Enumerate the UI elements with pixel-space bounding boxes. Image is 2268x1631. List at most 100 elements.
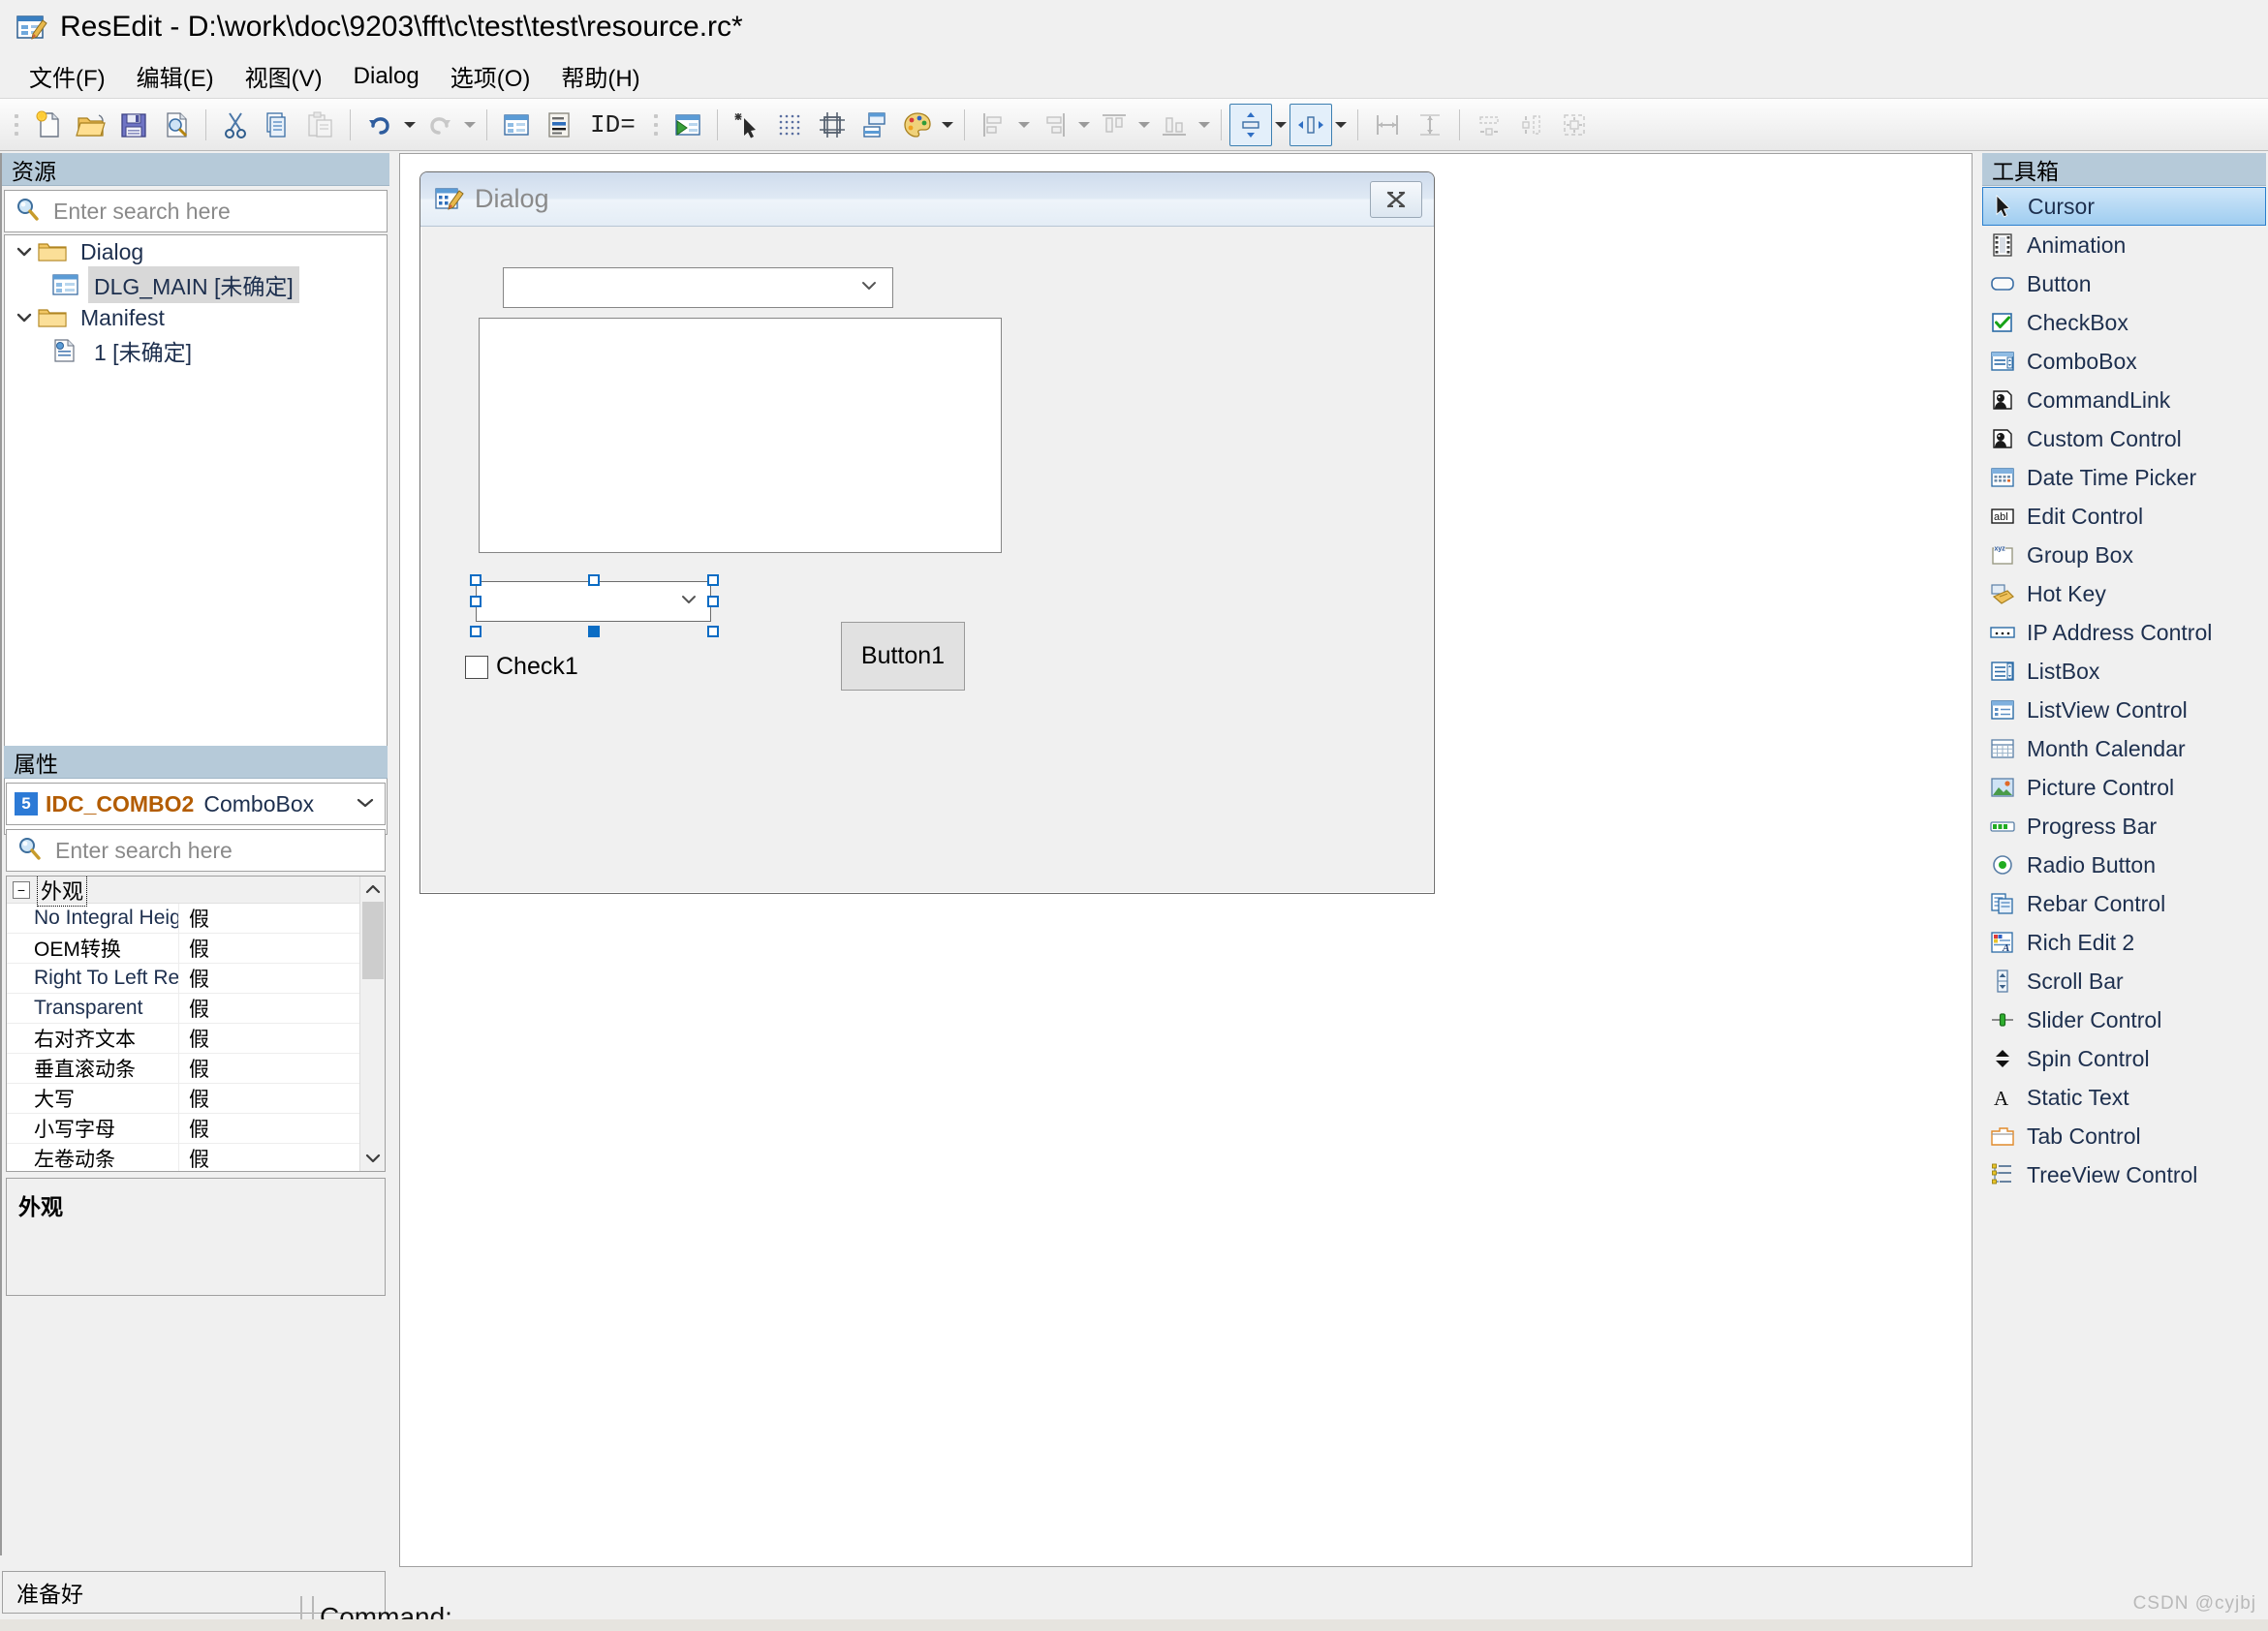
grid-icon[interactable]	[768, 104, 811, 146]
table-row[interactable]: 右对齐文本 假	[7, 1024, 385, 1054]
undo-icon[interactable]	[358, 104, 401, 146]
toolbox-item-listview[interactable]: ListView Control	[1982, 691, 2266, 729]
resize-handle-ne[interactable]	[707, 574, 719, 586]
property-value[interactable]: 假	[179, 964, 385, 993]
toolbox-item-spin[interactable]: Spin Control	[1982, 1039, 2266, 1078]
toolbox-item-radiobutton[interactable]: Radio Button	[1982, 846, 2266, 884]
checkbox-box[interactable]	[465, 655, 488, 679]
toolbox-item-edit-control[interactable]: abl Edit Control	[1982, 497, 2266, 536]
save-icon[interactable]	[112, 104, 155, 146]
align-right-dropdown-icon[interactable]	[1075, 104, 1093, 146]
resources-search-input[interactable]: Enter search here	[4, 190, 388, 232]
undo-dropdown-icon[interactable]	[401, 104, 419, 146]
toolbox-item-button[interactable]: Button	[1982, 264, 2266, 303]
copy-icon[interactable]	[257, 104, 299, 146]
resize-handle-se[interactable]	[707, 626, 719, 637]
align-top-dropdown-icon[interactable]	[1135, 104, 1153, 146]
toolbox-item-rebar[interactable]: Rebar Control	[1982, 884, 2266, 923]
resize-handle-sw[interactable]	[470, 626, 482, 637]
combobox-top[interactable]	[503, 267, 893, 308]
table-row[interactable]: Transparent 假	[7, 994, 385, 1024]
resize-handle-nw[interactable]	[470, 574, 482, 586]
palette-dropdown-icon[interactable]	[939, 104, 956, 146]
toolbox-item-monthcalendar[interactable]: Month Calendar	[1982, 729, 2266, 768]
guides-icon[interactable]	[811, 104, 854, 146]
property-value[interactable]: 假	[179, 994, 385, 1023]
button-control[interactable]: Button1	[841, 622, 965, 691]
menu-options[interactable]: 选项(O)	[435, 55, 546, 97]
property-group-appearance[interactable]: − 外观	[7, 877, 385, 907]
toolbox-list[interactable]: Cursor Animation Button CheckBox ComboBo…	[1982, 186, 2266, 1194]
toolbox-item-progressbar[interactable]: Progress Bar	[1982, 807, 2266, 846]
table-row[interactable]: 大写 假	[7, 1084, 385, 1114]
resize-handle-n[interactable]	[588, 574, 600, 586]
table-row[interactable]: 左卷动条 假	[7, 1144, 385, 1171]
toolbox-item-scrollbar[interactable]: Scroll Bar	[1982, 962, 2266, 1000]
open-icon[interactable]	[70, 104, 112, 146]
property-value[interactable]: 假	[179, 1114, 385, 1143]
table-row[interactable]: 垂直滚动条 假	[7, 1054, 385, 1084]
property-value[interactable]: 假	[179, 1024, 385, 1053]
toolbox-item-hotkey[interactable]: Hot Key	[1982, 574, 2266, 613]
menu-help[interactable]: 帮助(H)	[545, 55, 655, 97]
menu-edit[interactable]: 编辑(E)	[121, 55, 230, 97]
properties-search-input[interactable]: Enter search here	[6, 829, 386, 872]
properties-scrollbar[interactable]	[359, 877, 385, 1171]
toolbox-item-custom-control[interactable]: Custom Control	[1982, 419, 2266, 458]
toolbar-grip[interactable]	[650, 108, 662, 141]
scrollbar-thumb[interactable]	[362, 902, 384, 979]
table-row[interactable]: Right To Left Reading 假	[7, 964, 385, 994]
menu-dialog[interactable]: Dialog	[338, 59, 435, 94]
scroll-up-icon[interactable]	[360, 877, 385, 902]
table-row[interactable]: No Integral Height 假	[7, 904, 385, 934]
toolbox-item-richedit2[interactable]: A Rich Edit 2	[1982, 923, 2266, 962]
space-vertical-dropdown-icon[interactable]	[1272, 104, 1289, 146]
toolbox-item-tabcontrol[interactable]: Tab Control	[1982, 1117, 2266, 1155]
toolbox-item-animation[interactable]: Animation	[1982, 226, 2266, 264]
palette-icon[interactable]	[896, 104, 939, 146]
resize-handle-w[interactable]	[470, 596, 482, 607]
scroll-down-icon[interactable]	[360, 1146, 385, 1171]
dialog-editor-canvas[interactable]: Dialog Check1 Button1	[399, 153, 1973, 1567]
menu-editor-icon[interactable]	[538, 104, 580, 146]
resize-handle-e[interactable]	[707, 596, 719, 607]
design-dialog-titlebar[interactable]: Dialog	[420, 172, 1434, 227]
tree-node-dlg-main[interactable]: DLG_MAIN [未确定]	[5, 266, 387, 303]
chevron-down-icon[interactable]	[354, 791, 377, 816]
tree-node-manifest-1[interactable]: 1 [未确定]	[5, 334, 387, 367]
chevron-down-icon[interactable]	[11, 304, 38, 331]
cut-icon[interactable]	[214, 104, 257, 146]
toolbar-grip[interactable]	[11, 108, 22, 141]
collapse-icon[interactable]: −	[13, 880, 30, 899]
new-icon[interactable]	[27, 104, 70, 146]
toolbox-item-cursor[interactable]: Cursor	[1982, 187, 2266, 226]
close-icon[interactable]	[1370, 180, 1422, 218]
resources-tree[interactable]: Dialog DLG_MAIN [未确定] Manifest 1 [未确定]	[4, 234, 388, 835]
toolbox-item-statictext[interactable]: A Static Text	[1982, 1078, 2266, 1117]
toolbox-item-slider[interactable]: Slider Control	[1982, 1000, 2266, 1039]
resize-handle-s[interactable]	[588, 626, 600, 637]
combobox-selected[interactable]	[476, 581, 711, 622]
property-value[interactable]: 假	[179, 1084, 385, 1113]
align-left-dropdown-icon[interactable]	[1015, 104, 1033, 146]
property-value[interactable]: 假	[179, 934, 385, 963]
space-horizontal-icon[interactable]	[1289, 103, 1332, 146]
toolbox-item-datetimepicker[interactable]: Date Time Picker	[1982, 458, 2266, 497]
design-dialog[interactable]: Dialog Check1 Button1	[419, 171, 1435, 894]
properties-grid[interactable]: − 外观 No Integral Height 假 OEM转换 假 Right …	[6, 876, 386, 1172]
property-value[interactable]: 假	[179, 904, 385, 933]
toolbox-item-groupbox[interactable]: xyz Group Box	[1982, 536, 2266, 574]
table-row[interactable]: OEM转换 假	[7, 934, 385, 964]
align-bottom-dropdown-icon[interactable]	[1196, 104, 1213, 146]
property-value[interactable]: 假	[179, 1054, 385, 1083]
checkbox-control[interactable]: Check1	[465, 653, 578, 681]
tab-order-icon[interactable]	[854, 104, 896, 146]
chevron-down-icon[interactable]	[857, 278, 881, 298]
print-preview-icon[interactable]	[155, 104, 198, 146]
property-target-selector[interactable]: 5 IDC_COMBO2 ComboBox	[6, 783, 386, 825]
dialog-editor-icon[interactable]	[495, 104, 538, 146]
menu-view[interactable]: 视图(V)	[230, 55, 338, 97]
property-value[interactable]: 假	[179, 1144, 385, 1171]
chevron-down-icon[interactable]	[11, 238, 38, 265]
toolbox-item-ipaddress[interactable]: IP Address Control	[1982, 613, 2266, 652]
